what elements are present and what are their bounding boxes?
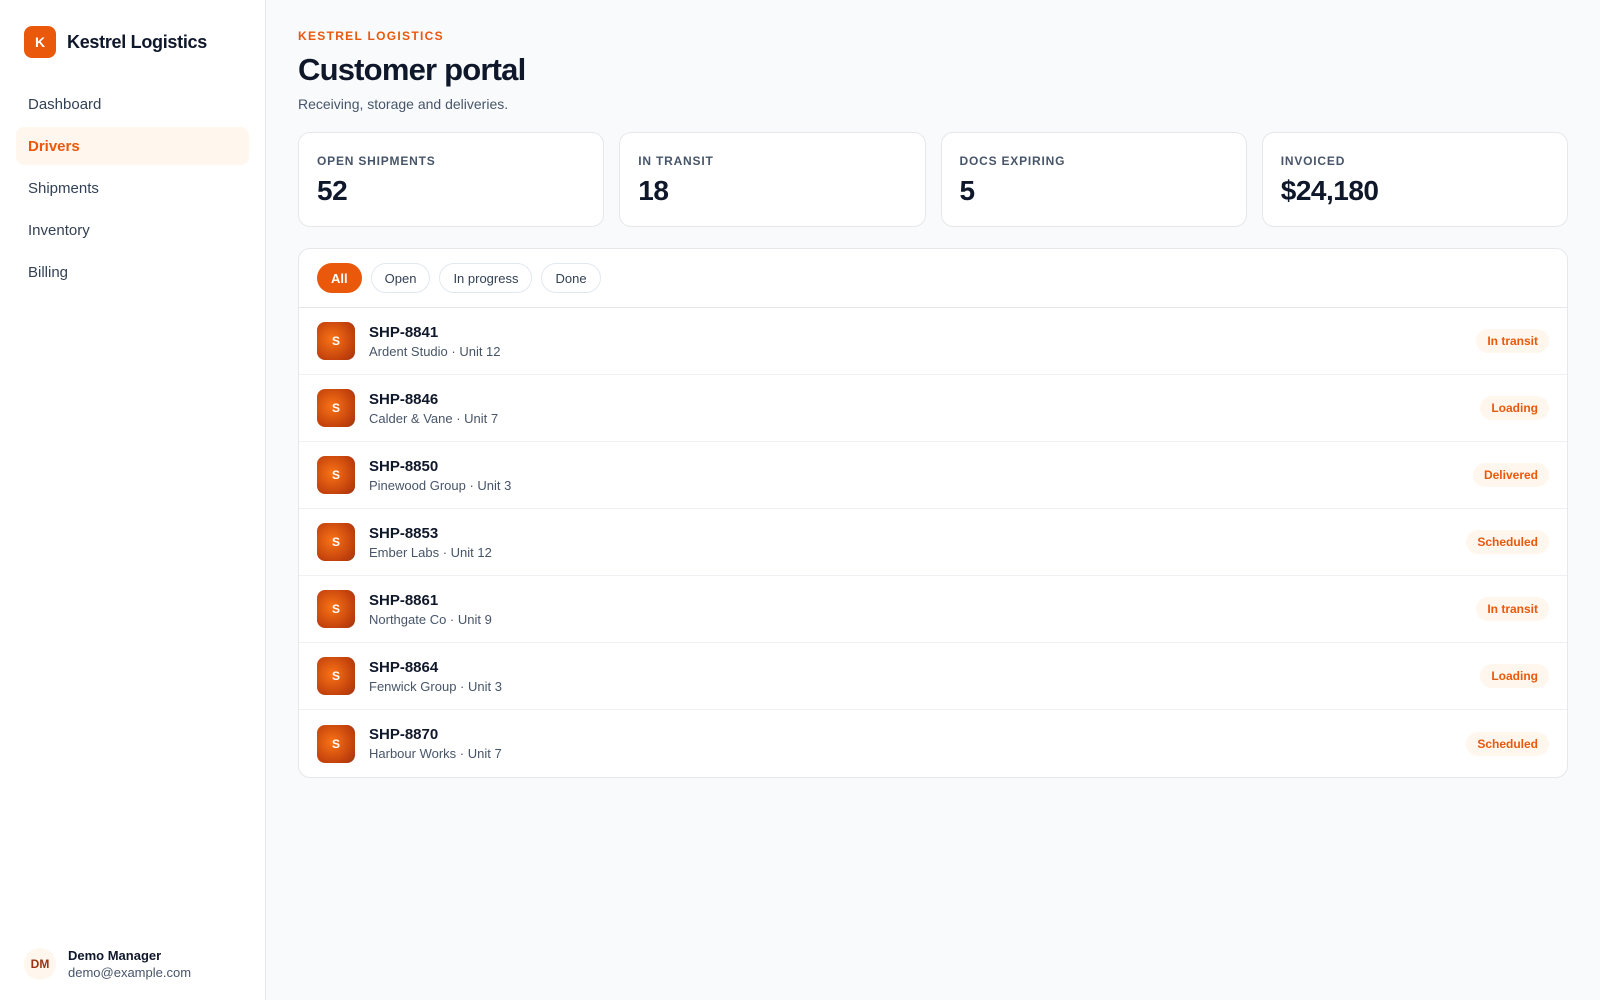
page-subtitle: Receiving, storage and deliveries. [298, 96, 509, 112]
filter-chips: All Open In progress Done [299, 249, 1567, 308]
shipment-detail: Pinewood Group · Unit 3 [369, 477, 512, 493]
brand-logo: K [24, 26, 56, 58]
stats-row: OPEN SHIPMENTS 52 IN TRANSIT 18 DOCS EXP… [298, 132, 1568, 227]
shipment-id: SHP-8850 [369, 457, 439, 475]
shipment-id: SHP-8870 [369, 726, 439, 743]
list-item[interactable]: S SHP-8870 Harbour Works · Unit 7 Schedu… [299, 710, 1567, 777]
brand-name: Kestrel Logistics [67, 31, 207, 52]
shipment-detail: Harbour Works · Unit 7 [369, 746, 502, 761]
filter-chip-open[interactable]: Open [370, 263, 431, 293]
shipment-detail: Calder & Vane · Unit 7 [369, 410, 499, 426]
shipment-avatar: S [317, 456, 355, 494]
sidebar-item-drivers[interactable]: Drivers [16, 127, 249, 165]
user-email: demo@example.com [68, 965, 192, 980]
sidebar: K Kestrel Logistics Dashboard Drivers Sh… [0, 0, 266, 1000]
stat-label: IN TRANSIT [638, 154, 714, 168]
filter-chip-in-progress[interactable]: In progress [439, 263, 533, 293]
list-item[interactable]: S SHP-8850 Pinewood Group · Unit 3 Deliv… [299, 442, 1567, 509]
shipment-id: SHP-8853 [369, 524, 439, 542]
status-badge: In transit [1476, 329, 1549, 353]
sidebar-item-shipments[interactable]: Shipments [16, 169, 249, 207]
stat-label: INVOICED [1280, 154, 1346, 168]
brand[interactable]: K Kestrel Logistics [16, 26, 249, 58]
stat-card-invoiced: INVOICED $24,180 [1261, 132, 1568, 227]
shipment-id: SHP-8861 [369, 591, 439, 609]
shipment-avatar: S [317, 389, 355, 427]
main-content: KESTREL LOGISTICS Customer portal Receiv… [266, 0, 1600, 1000]
stat-label: OPEN SHIPMENTS [317, 154, 436, 168]
list-item[interactable]: S SHP-8841 Ardent Studio · Unit 12 In tr… [299, 308, 1567, 375]
shipment-detail: Northgate Co · Unit 9 [369, 611, 492, 627]
stat-value: 18 [638, 175, 669, 206]
sidebar-item-inventory[interactable]: Inventory [16, 211, 249, 249]
shipments-panel: All Open In progress Done S SHP-8841 Ard… [298, 248, 1568, 778]
stat-value: 5 [959, 175, 976, 206]
shipment-avatar: S [317, 657, 355, 695]
sidebar-item-dashboard[interactable]: Dashboard [16, 85, 249, 123]
shipment-avatar: S [317, 523, 355, 561]
user-name: Demo Manager [68, 948, 162, 963]
shipment-detail: Fenwick Group · Unit 3 [369, 678, 502, 694]
page-title: Customer portal [298, 52, 526, 87]
status-badge: Scheduled [1466, 731, 1549, 756]
user-profile[interactable]: DM Demo Manager demo@example.com [16, 948, 249, 980]
stat-value: $24,180 [1280, 175, 1379, 206]
filter-chip-all[interactable]: All [317, 263, 362, 293]
stat-label: DOCS EXPIRING [959, 154, 1066, 168]
avatar: DM [24, 948, 56, 980]
list-item[interactable]: S SHP-8861 Northgate Co · Unit 9 In tran… [299, 576, 1567, 643]
status-badge: Loading [1480, 396, 1549, 420]
stat-value: 52 [317, 175, 348, 206]
shipment-detail: Ember Labs · Unit 12 [369, 544, 492, 560]
sidebar-item-billing[interactable]: Billing [16, 253, 249, 291]
list-item[interactable]: S SHP-8853 Ember Labs · Unit 12 Schedule… [299, 509, 1567, 576]
shipment-detail: Ardent Studio · Unit 12 [369, 343, 501, 359]
status-badge: Delivered [1472, 463, 1549, 487]
shipment-id: SHP-8846 [369, 390, 439, 408]
status-badge: In transit [1476, 597, 1549, 621]
stat-card-docs-expiring: DOCS EXPIRING 5 [940, 132, 1247, 227]
sidebar-nav: Dashboard Drivers Shipments Inventory Bi… [16, 85, 249, 291]
shipment-id: SHP-8864 [369, 658, 439, 676]
list-item[interactable]: S SHP-8864 Fenwick Group · Unit 3 Loadin… [299, 643, 1567, 710]
filter-chip-done[interactable]: Done [541, 263, 601, 293]
app-root: K Kestrel Logistics Dashboard Drivers Sh… [0, 0, 1600, 1000]
user-info: Demo Manager demo@example.com [68, 948, 191, 980]
shipment-id: SHP-8841 [369, 323, 439, 341]
stat-card-open-shipments: OPEN SHIPMENTS 52 [298, 132, 605, 227]
stat-card-in-transit: IN TRANSIT 18 [619, 132, 926, 227]
page-eyebrow: KESTREL LOGISTICS [298, 29, 444, 43]
shipment-avatar: S [317, 322, 355, 360]
shipment-avatar: S [317, 724, 355, 763]
status-badge: Loading [1480, 664, 1549, 688]
list-item[interactable]: S SHP-8846 Calder & Vane · Unit 7 Loadin… [299, 375, 1567, 442]
shipment-avatar: S [317, 590, 355, 628]
status-badge: Scheduled [1466, 530, 1549, 554]
